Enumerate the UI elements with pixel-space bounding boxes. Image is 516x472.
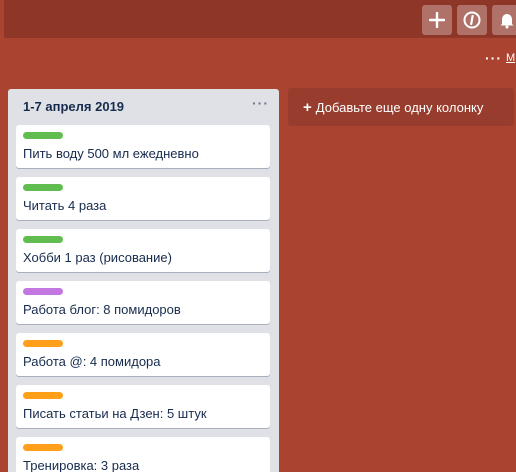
card[interactable]: Пить воду 500 мл ежедневно xyxy=(16,125,270,168)
card[interactable]: Тренировка: 3 раза xyxy=(16,437,270,472)
card[interactable]: Читать 4 раза xyxy=(16,177,270,220)
card[interactable]: Работа блог: 8 помидоров xyxy=(16,281,270,324)
info-button[interactable] xyxy=(457,5,487,35)
create-button[interactable] xyxy=(422,5,452,35)
info-icon xyxy=(463,11,481,29)
add-list-label: Добавьте еще одну колонку xyxy=(315,99,484,115)
card-label xyxy=(23,444,63,451)
card-label xyxy=(23,340,63,347)
show-menu-link[interactable]: М xyxy=(506,52,516,64)
list-menu-icon[interactable]: ··· xyxy=(252,95,269,111)
notifications-button[interactable] xyxy=(492,5,516,35)
top-header xyxy=(4,0,516,38)
list-header: 1-7 апреля 2019 ··· xyxy=(8,89,279,123)
plus-icon: + xyxy=(303,98,312,116)
card-title: Хобби 1 раз (рисование) xyxy=(23,250,172,265)
card-title: Писать статьи на Дзен: 5 штук xyxy=(23,406,207,421)
card-title: Пить воду 500 мл ежедневно xyxy=(23,146,199,161)
card-title: Читать 4 раза xyxy=(23,198,107,213)
card[interactable]: Работа @: 4 помидора xyxy=(16,333,270,376)
card-label xyxy=(23,236,63,243)
plus-icon xyxy=(429,12,445,28)
card-title: Тренировка: 3 раза xyxy=(23,458,140,472)
card-label xyxy=(23,132,63,139)
board-menu-more-icon[interactable]: ··· xyxy=(485,50,502,66)
card[interactable]: Хобби 1 раз (рисование) xyxy=(16,229,270,272)
card[interactable]: Писать статьи на Дзен: 5 штук xyxy=(16,385,270,428)
card-title: Работа @: 4 помидора xyxy=(23,354,161,369)
card-label xyxy=(23,392,63,399)
card-label xyxy=(23,184,63,191)
bell-icon xyxy=(500,14,514,29)
add-list-button[interactable]: + Добавьте еще одну колонку xyxy=(288,88,514,126)
board-header: ··· М xyxy=(4,38,516,88)
card-label xyxy=(23,288,63,295)
list-title[interactable]: 1-7 апреля 2019 xyxy=(23,99,124,114)
card-title: Работа блог: 8 помидоров xyxy=(23,302,181,317)
list-column: 1-7 апреля 2019 ··· Пить воду 500 мл еже… xyxy=(8,89,279,472)
